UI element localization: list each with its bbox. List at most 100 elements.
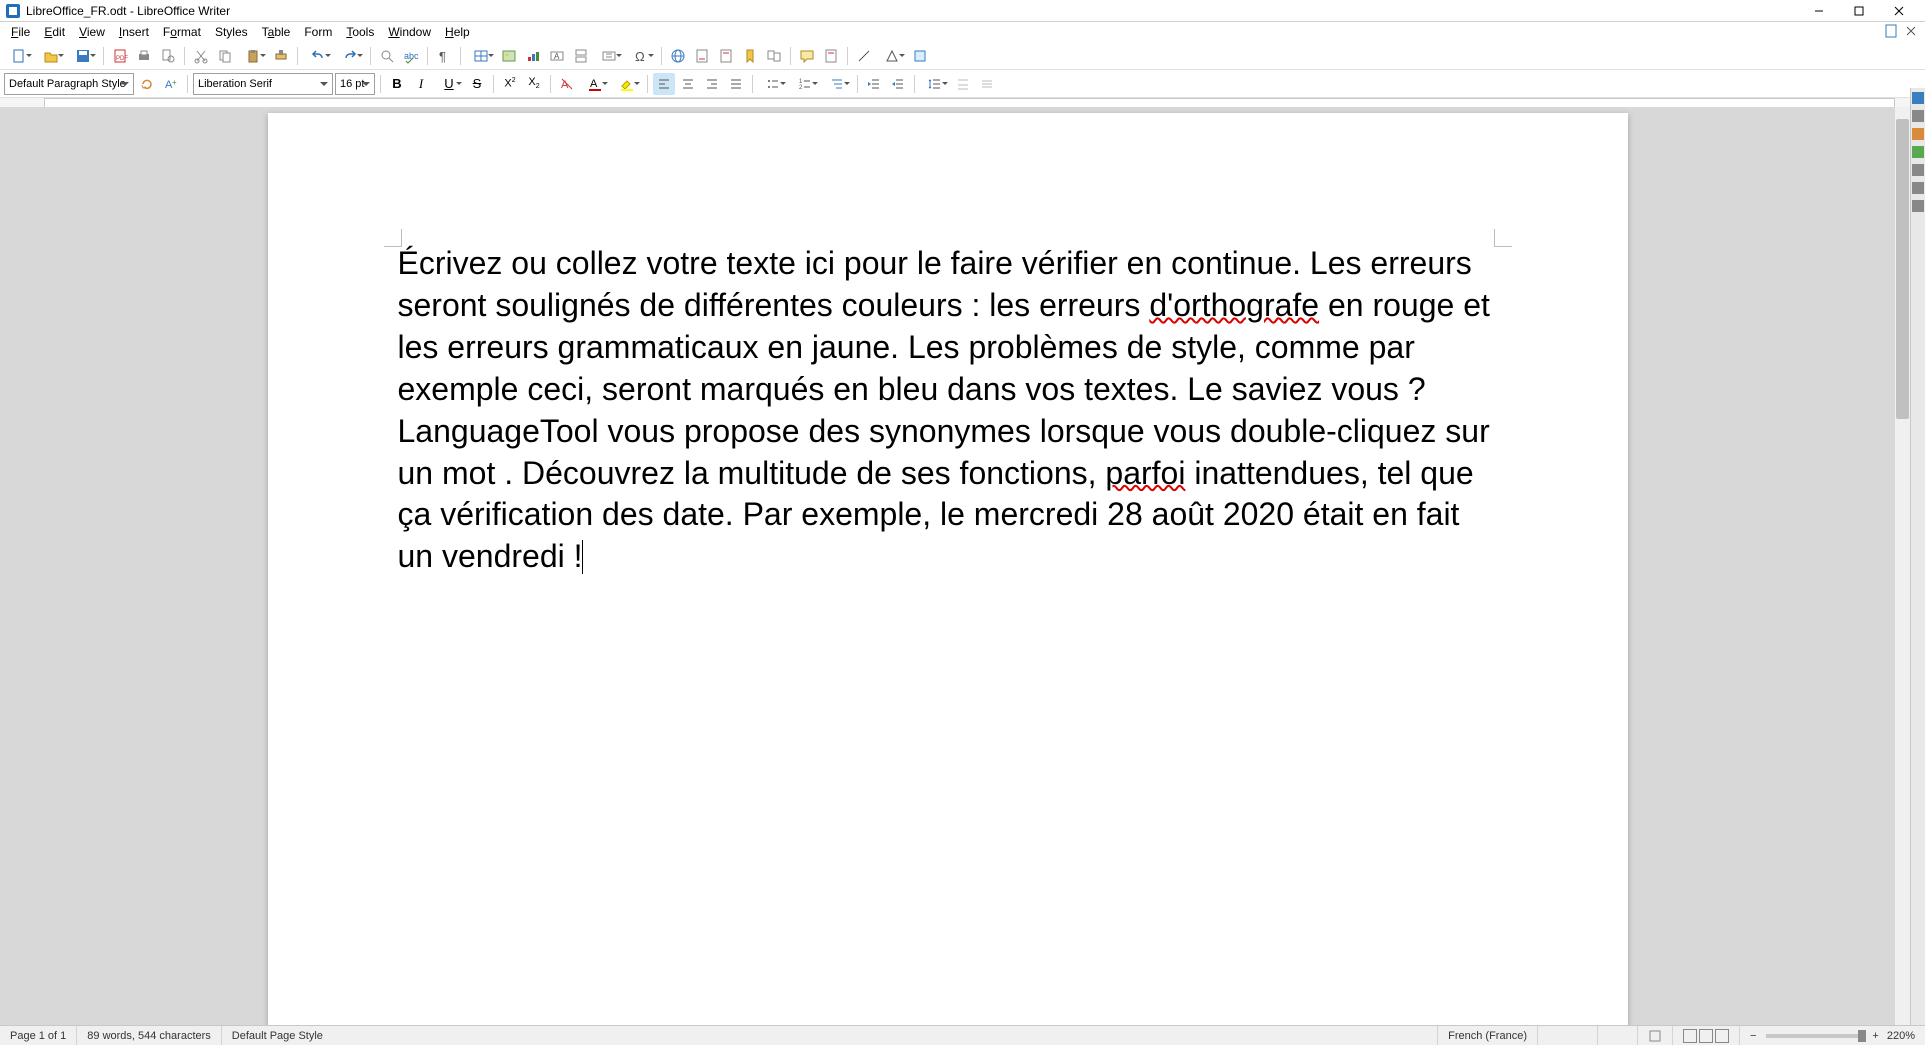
status-wordcount[interactable]: 89 words, 544 characters (77, 1026, 222, 1045)
menu-form[interactable]: Form (297, 23, 339, 41)
insert-symbol-button[interactable]: Ω (626, 45, 656, 67)
cross-reference-button[interactable] (763, 45, 785, 67)
insert-chart-button[interactable] (522, 45, 544, 67)
menu-styles[interactable]: Styles (208, 23, 255, 41)
zoom-slider[interactable] (1766, 1034, 1866, 1038)
paragraph-style-combo[interactable]: Default Paragraph Style (4, 73, 134, 95)
line-spacing-button[interactable] (920, 73, 950, 95)
bold-button[interactable]: B (386, 73, 408, 95)
print-preview-button[interactable] (157, 45, 179, 67)
status-page-style[interactable]: Default Page Style (222, 1026, 1438, 1045)
bookmark-button[interactable] (739, 45, 761, 67)
footnote-button[interactable] (691, 45, 713, 67)
maximize-button[interactable] (1839, 0, 1879, 22)
close-document-icon[interactable] (1903, 23, 1921, 41)
menu-tools[interactable]: Tools (339, 23, 381, 41)
draw-functions-button[interactable] (909, 45, 931, 67)
menu-format[interactable]: Format (156, 23, 208, 41)
vertical-scrollbar[interactable] (1895, 107, 1910, 1025)
line-button[interactable] (853, 45, 875, 67)
superscript-button[interactable]: X2 (499, 73, 521, 95)
strikethrough-button[interactable]: S (466, 73, 488, 95)
insert-comment-button[interactable] (796, 45, 818, 67)
multi-page-view-icon[interactable] (1699, 1029, 1713, 1043)
subscript-button[interactable]: X2 (523, 73, 545, 95)
new-style-button[interactable]: A+ (160, 73, 182, 95)
scrollbar-thumb[interactable] (1896, 119, 1909, 419)
track-changes-button[interactable] (820, 45, 842, 67)
print-button[interactable] (133, 45, 155, 67)
clone-formatting-button[interactable] (270, 45, 292, 67)
status-view-layout[interactable] (1673, 1026, 1740, 1045)
font-name-combo[interactable]: Liberation Serif (193, 73, 333, 95)
doc-status-icon[interactable] (1883, 23, 1901, 41)
menu-help[interactable]: Help (438, 23, 477, 41)
menu-window[interactable]: Window (381, 23, 438, 41)
increase-indent-button[interactable] (863, 73, 885, 95)
align-center-button[interactable] (677, 73, 699, 95)
menu-insert[interactable]: Insert (112, 23, 156, 41)
font-size-combo[interactable]: 16 pt (335, 73, 375, 95)
basic-shapes-button[interactable] (877, 45, 907, 67)
justify-button[interactable] (725, 73, 747, 95)
menu-edit[interactable]: Edit (37, 23, 72, 41)
spelling-error[interactable]: parfoi (1105, 455, 1185, 491)
sidebar-properties-icon[interactable] (1912, 92, 1924, 104)
minimize-button[interactable] (1799, 0, 1839, 22)
update-style-button[interactable] (136, 73, 158, 95)
status-selection-mode[interactable] (1598, 1026, 1638, 1045)
underline-button[interactable]: U (434, 73, 464, 95)
sidebar-gallery-icon[interactable] (1912, 128, 1924, 140)
status-language[interactable]: French (France) (1438, 1026, 1538, 1045)
status-zoom[interactable]: − + 220% (1740, 1026, 1925, 1045)
decrease-para-spacing-button[interactable] (976, 73, 998, 95)
status-signature[interactable] (1638, 1026, 1673, 1045)
italic-button[interactable]: I (410, 73, 432, 95)
spelling-error[interactable]: d'orthografe (1149, 287, 1319, 323)
numbered-list-button[interactable]: 12 (790, 73, 820, 95)
find-replace-button[interactable] (376, 45, 398, 67)
sidebar-page-icon[interactable] (1912, 164, 1924, 176)
zoom-percent[interactable]: 220% (1887, 1030, 1915, 1042)
new-button[interactable] (4, 45, 34, 67)
bullet-list-button[interactable] (758, 73, 788, 95)
menu-table[interactable]: Table (255, 23, 298, 41)
cut-button[interactable] (190, 45, 212, 67)
zoom-plus-icon[interactable]: + (1872, 1030, 1878, 1042)
status-insert-mode[interactable] (1538, 1026, 1598, 1045)
align-left-button[interactable] (653, 73, 675, 95)
insert-table-button[interactable] (466, 45, 496, 67)
sidebar-navigator-icon[interactable] (1912, 146, 1924, 158)
redo-button[interactable] (335, 45, 365, 67)
copy-button[interactable] (214, 45, 236, 67)
insert-textbox-button[interactable]: A (546, 45, 568, 67)
highlight-color-button[interactable] (612, 73, 642, 95)
decrease-indent-button[interactable] (887, 73, 909, 95)
export-pdf-button[interactable]: PDF (109, 45, 131, 67)
outline-button[interactable] (822, 73, 852, 95)
insert-image-button[interactable] (498, 45, 520, 67)
formatting-marks-button[interactable]: ¶ (433, 45, 455, 67)
document-area[interactable]: Écrivez ou collez votre texte ici pour l… (0, 107, 1895, 1025)
page-break-button[interactable] (570, 45, 592, 67)
align-right-button[interactable] (701, 73, 723, 95)
endnote-button[interactable] (715, 45, 737, 67)
clear-formatting-button[interactable]: A (556, 73, 578, 95)
single-page-view-icon[interactable] (1683, 1029, 1697, 1043)
undo-button[interactable] (303, 45, 333, 67)
page[interactable]: Écrivez ou collez votre texte ici pour l… (268, 113, 1628, 1025)
paste-button[interactable] (238, 45, 268, 67)
close-button[interactable] (1879, 0, 1919, 22)
insert-field-button[interactable] (594, 45, 624, 67)
menu-file[interactable]: File (4, 23, 37, 41)
sidebar-manage-changes-icon[interactable] (1912, 200, 1924, 212)
menu-view[interactable]: View (72, 23, 112, 41)
document-text[interactable]: Écrivez ou collez votre texte ici pour l… (398, 243, 1498, 578)
font-color-button[interactable]: A (580, 73, 610, 95)
book-view-icon[interactable] (1715, 1029, 1729, 1043)
increase-para-spacing-button[interactable] (952, 73, 974, 95)
status-page[interactable]: Page 1 of 1 (0, 1026, 77, 1045)
open-button[interactable] (36, 45, 66, 67)
sidebar-style-inspector-icon[interactable] (1912, 182, 1924, 194)
save-button[interactable] (68, 45, 98, 67)
